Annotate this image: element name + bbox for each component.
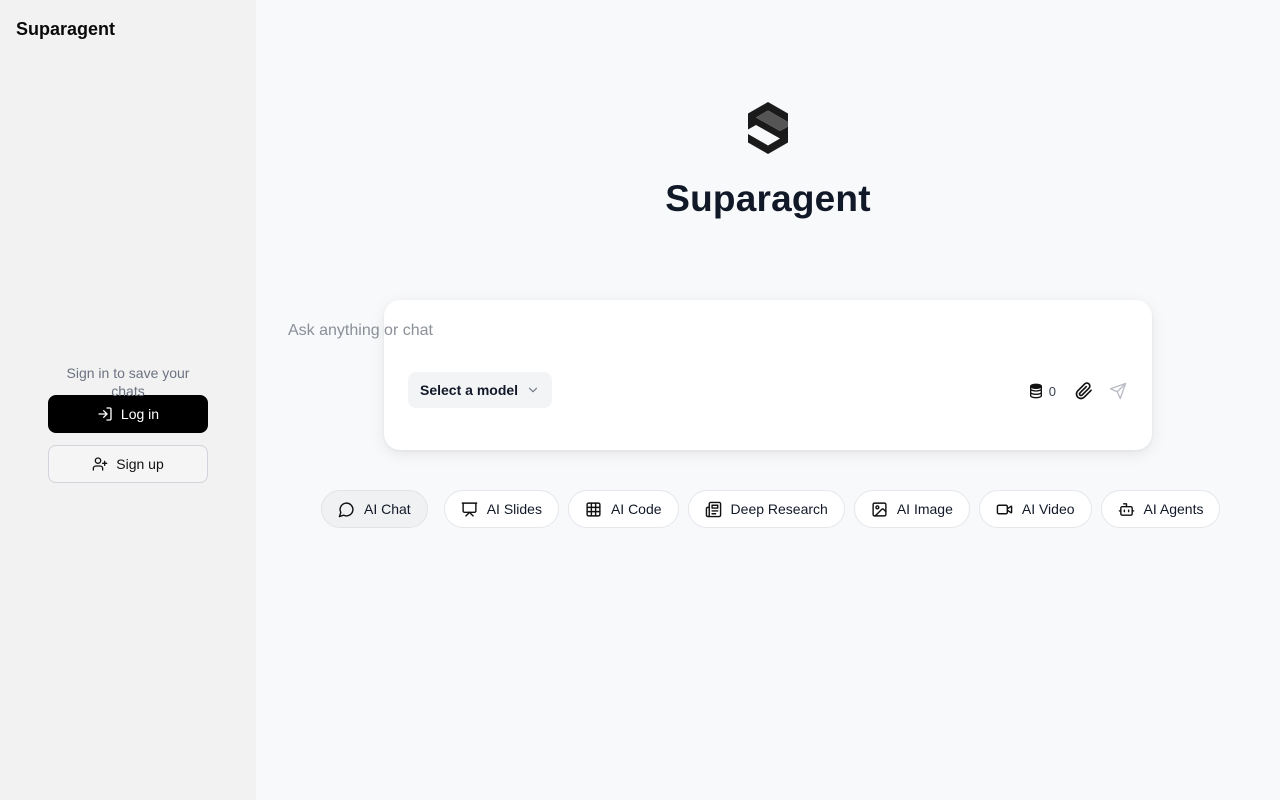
send-button[interactable] — [1106, 379, 1130, 403]
mode-label: AI Code — [610, 501, 662, 517]
mode-tabs: AI Chat AI Slides AI Code Deep Research … — [321, 490, 1221, 528]
main-area: Suparagent Select a model 0 AI Chat — [256, 0, 1280, 800]
mode-label: AI Agents — [1143, 501, 1204, 517]
mode-ai-image[interactable]: AI Image — [853, 490, 970, 528]
page-title: Suparagent — [665, 178, 871, 219]
grid-icon — [586, 501, 601, 517]
video-icon — [996, 504, 1013, 514]
mode-label: AI Slides — [486, 501, 542, 517]
login-label: Log in — [120, 406, 160, 422]
credits-count: 0 — [1048, 383, 1056, 399]
coins-icon — [1029, 383, 1042, 399]
signin-panel: Sign in to save your chats Log in Sign u… — [48, 364, 208, 483]
signup-label: Sign up — [116, 456, 164, 472]
paperclip-icon — [1075, 382, 1092, 400]
model-select[interactable]: Select a model — [408, 372, 552, 408]
signin-prompt: Sign in to save your chats — [66, 365, 190, 399]
bot-icon — [1118, 502, 1134, 516]
user-plus-icon — [92, 457, 108, 471]
image-icon — [872, 501, 887, 517]
attach-button[interactable] — [1072, 379, 1096, 403]
mode-ai-code[interactable]: AI Code — [567, 490, 679, 528]
send-icon — [1109, 382, 1127, 400]
composer-tools: 0 — [1028, 379, 1130, 403]
model-select-label: Select a model — [420, 382, 519, 398]
newspaper-icon — [705, 501, 721, 517]
mode-label: Deep Research — [730, 501, 828, 517]
sidebar: Suparagent Sign in to save your chats Lo… — [0, 0, 256, 800]
signup-button[interactable]: Sign up — [48, 445, 208, 483]
login-button[interactable]: Log in — [48, 395, 208, 433]
mode-deep-research[interactable]: Deep Research — [687, 490, 845, 528]
mode-label: AI Video — [1021, 501, 1075, 517]
presentation-icon — [461, 501, 477, 517]
suparagent-logo-icon — [748, 102, 788, 154]
message-circle-icon — [338, 501, 354, 517]
chat-input[interactable] — [288, 322, 888, 340]
sidebar-brand[interactable]: Suparagent — [16, 19, 115, 40]
mode-label: AI Chat — [364, 501, 411, 517]
credits-indicator[interactable]: 0 — [1028, 383, 1056, 399]
log-in-icon — [98, 407, 112, 421]
mode-ai-slides[interactable]: AI Slides — [443, 490, 559, 528]
chevron-down-icon — [528, 387, 538, 393]
mode-ai-agents[interactable]: AI Agents — [1100, 490, 1221, 528]
mode-label: AI Image — [896, 501, 953, 517]
mode-ai-video[interactable]: AI Video — [978, 490, 1092, 528]
mode-ai-chat[interactable]: AI Chat — [321, 490, 428, 528]
